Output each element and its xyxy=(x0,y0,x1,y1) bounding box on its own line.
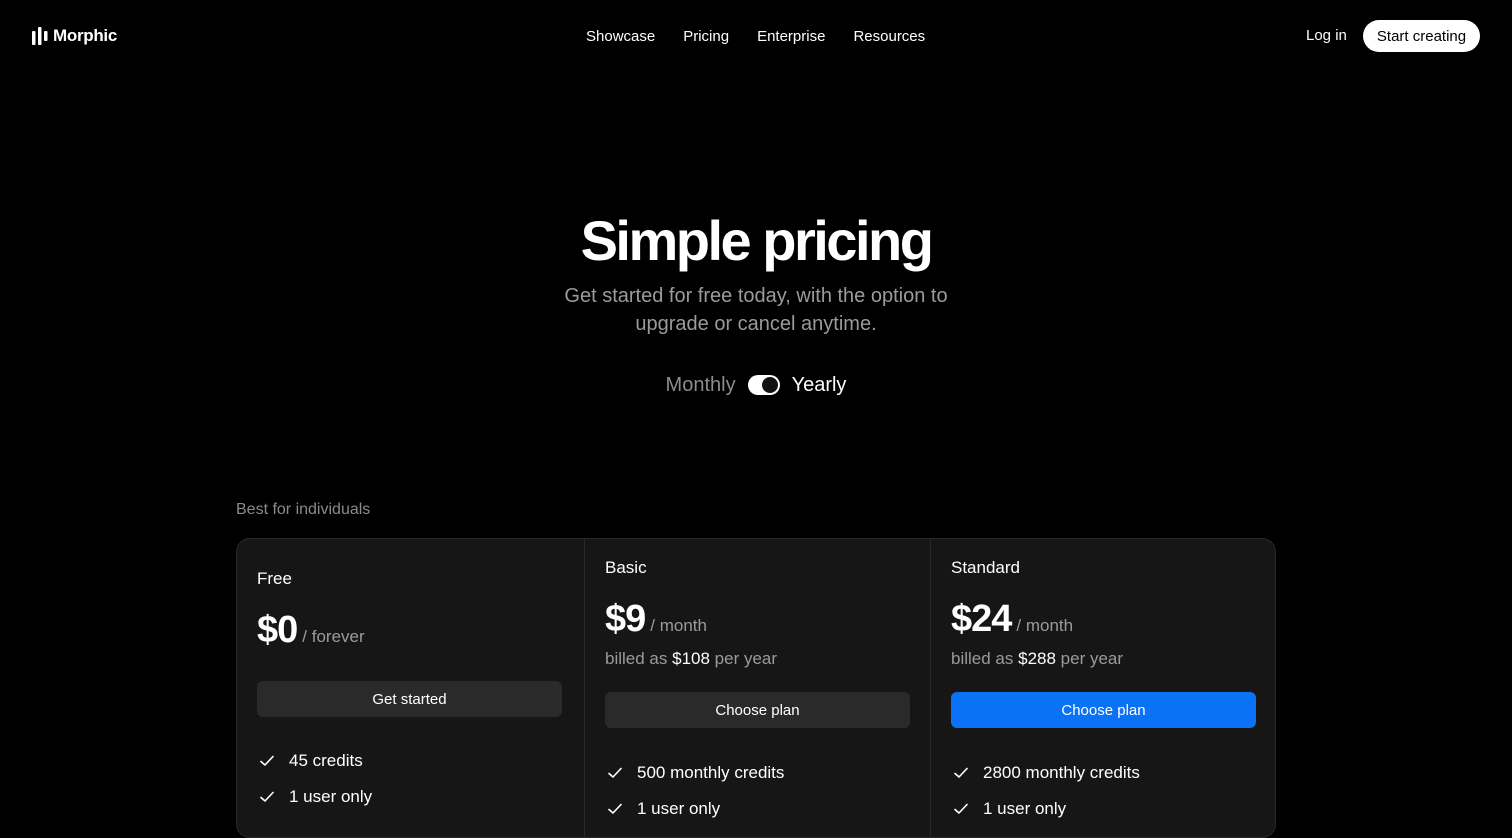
billing-monthly-label[interactable]: Monthly xyxy=(666,370,736,400)
list-item: 45 credits xyxy=(257,743,372,779)
nav-link-showcase[interactable]: Showcase xyxy=(586,28,655,45)
nav-link-enterprise[interactable]: Enterprise xyxy=(757,28,825,45)
plan-name: Free xyxy=(257,569,292,588)
check-icon xyxy=(605,799,637,819)
list-item: 1 user only xyxy=(605,791,784,827)
page-subtitle: Get started for free today, with the opt… xyxy=(564,285,948,335)
check-icon xyxy=(951,763,983,783)
feature-text: 1 user only xyxy=(637,799,721,818)
price-row: $9 / month xyxy=(605,598,707,641)
billing-toggle-row: Monthly Yearly xyxy=(0,370,1512,400)
list-item: 2800 monthly credits xyxy=(951,755,1140,791)
plan-card-standard: Standard $24 / month billed as $288 per … xyxy=(930,539,1275,837)
plan-price: $24 xyxy=(951,598,1012,640)
feature-list: 500 monthly credits 1 user only xyxy=(605,755,784,827)
plan-name: Standard xyxy=(951,558,1020,577)
nav-link-pricing[interactable]: Pricing xyxy=(683,28,729,45)
plan-card-free: Free $0 / forever Get started 45 credits… xyxy=(237,539,584,837)
check-icon xyxy=(605,763,637,783)
morphic-logo-icon xyxy=(32,27,48,45)
billing-period-toggle[interactable] xyxy=(747,375,780,395)
page-title: Simple pricing xyxy=(580,209,934,272)
section-label: Best for individuals xyxy=(236,501,371,518)
billing-yearly-label[interactable]: Yearly xyxy=(792,370,847,400)
feature-text: 1 user only xyxy=(983,799,1067,818)
main-nav: Showcase Pricing Enterprise Resources xyxy=(586,24,925,48)
choose-plan-button[interactable]: Choose plan xyxy=(951,692,1256,728)
brand-logo[interactable]: Morphic xyxy=(32,24,117,48)
check-icon xyxy=(257,787,289,807)
feature-text: 1 user only xyxy=(289,787,373,806)
nav-link-resources[interactable]: Resources xyxy=(853,28,925,45)
login-link[interactable]: Log in xyxy=(1306,24,1347,48)
price-row: $24 / month xyxy=(951,598,1073,641)
plan-price: $0 xyxy=(257,609,298,651)
plan-period: / month xyxy=(650,616,707,635)
feature-text: 45 credits xyxy=(289,751,363,770)
brand-name: Morphic xyxy=(53,26,118,45)
billed-prefix: billed as xyxy=(951,649,1014,668)
toggle-knob xyxy=(761,377,778,393)
price-row: $0 / forever xyxy=(257,609,365,652)
billed-suffix: per year xyxy=(1060,649,1124,668)
start-creating-button[interactable]: Start creating xyxy=(1363,20,1480,52)
plan-period: / month xyxy=(1016,616,1074,635)
top-nav: Morphic Showcase Pricing Enterprise Reso… xyxy=(0,0,1512,72)
plan-name: Basic xyxy=(605,558,647,577)
billed-note: billed as $288 per year xyxy=(951,648,1123,670)
choose-plan-button[interactable]: Choose plan xyxy=(605,692,910,728)
billed-prefix: billed as xyxy=(605,649,668,668)
plan-period: / forever xyxy=(302,627,365,646)
billed-amount: $108 xyxy=(672,649,710,668)
plan-card-basic: Basic $9 / month billed as $108 per year… xyxy=(584,539,930,837)
check-icon xyxy=(951,799,983,819)
get-started-button[interactable]: Get started xyxy=(257,681,562,717)
billed-amount: $288 xyxy=(1018,649,1056,668)
list-item: 1 user only xyxy=(951,791,1140,827)
check-icon xyxy=(257,751,289,771)
billed-note: billed as $108 per year xyxy=(605,648,777,670)
feature-list: 45 credits 1 user only xyxy=(257,743,372,815)
feature-text: 2800 monthly credits xyxy=(983,763,1140,782)
list-item: 500 monthly credits xyxy=(605,755,784,791)
feature-list: 2800 monthly credits 1 user only xyxy=(951,755,1140,827)
pricing-cards: Free $0 / forever Get started 45 credits… xyxy=(236,538,1276,838)
plan-price: $9 xyxy=(605,598,646,640)
billed-suffix: per year xyxy=(714,649,778,668)
list-item: 1 user only xyxy=(257,779,372,815)
feature-text: 500 monthly credits xyxy=(637,763,785,782)
